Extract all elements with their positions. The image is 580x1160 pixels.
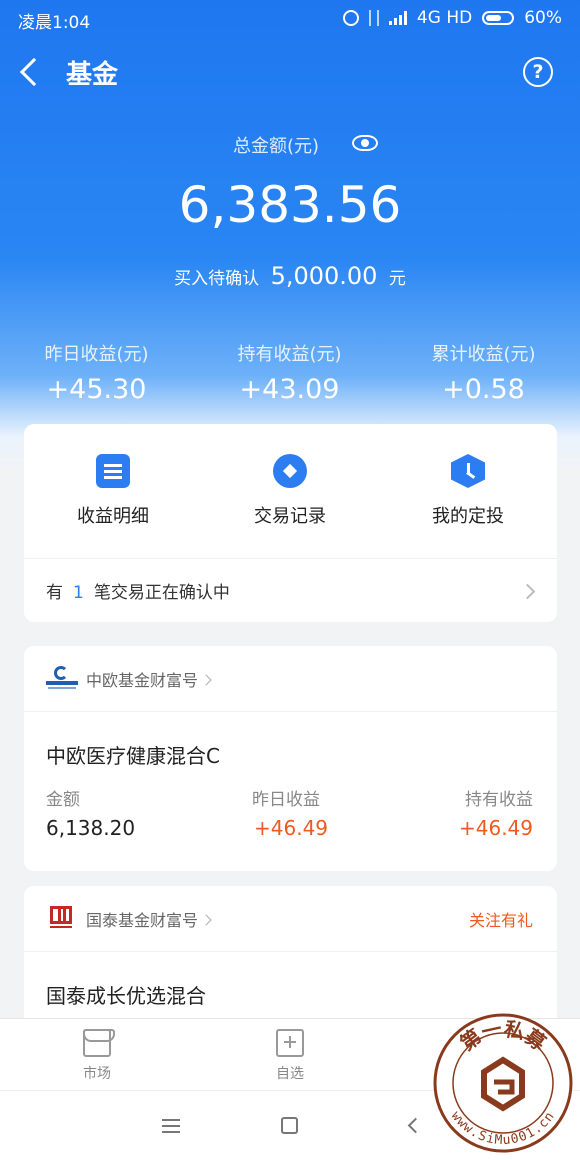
alarm-icon (342, 10, 359, 26)
stat-label: 持有收益(元) (237, 344, 342, 365)
quick-action-label: 交易记录 (254, 506, 326, 527)
quick-actions-card: 收益明细 交易记录 我的定投 有 1 笔交易正在确认中 (24, 424, 557, 622)
clock-icon (451, 454, 485, 488)
stat-yesterday: 昨日收益(元) +45.30 (0, 340, 193, 405)
stat-value: +45.30 (46, 374, 147, 405)
chevron-right-icon (200, 914, 212, 926)
fund-company-header[interactable]: 国泰基金财富号 关注有礼 (24, 886, 557, 952)
fund-card[interactable]: 中欧基金财富号 中欧医疗健康混合C 金额 昨日收益 持有收益 6,138.20 … (24, 646, 557, 871)
zhongou-logo (46, 666, 78, 690)
eye-icon[interactable] (352, 135, 378, 151)
help-icon[interactable]: ? (523, 57, 553, 87)
back-nav-icon[interactable] (407, 1117, 424, 1134)
stat-label: 累计收益(元) (431, 344, 536, 365)
yesterday-earnings-label: 昨日收益 (252, 790, 320, 810)
tab-label: 市场 (83, 1066, 111, 1082)
fund-company-header[interactable]: 中欧基金财富号 (24, 646, 557, 712)
total-amount-label: 总金额(元) (232, 136, 320, 157)
status-time: 凌晨1:04 (18, 13, 91, 33)
page-title: 基金 (66, 60, 119, 90)
home-icon[interactable] (281, 1117, 298, 1134)
stat-value: +0.58 (442, 374, 525, 405)
confirm-count: 1 (73, 583, 84, 603)
add-favorite-icon (276, 1029, 304, 1057)
quick-action-earnings-detail[interactable]: 收益明细 (24, 454, 202, 528)
holding-earnings-label: 持有收益 (465, 790, 533, 810)
pending-confirmation: 买入待确认 5,000.00 元 (0, 262, 580, 290)
fund-name: 国泰成长优选混合 (46, 984, 206, 1008)
confirm-suffix: 笔交易正在确认中 (93, 583, 230, 603)
tab-label: 自选 (276, 1066, 304, 1082)
watermark-graphic: 第一私募 www.SiMu001.cn (433, 1013, 573, 1153)
menu-icon[interactable] (162, 1119, 180, 1121)
chevron-right-icon (519, 583, 536, 600)
quick-action-my-plans[interactable]: 我的定投 (379, 454, 557, 528)
fund-company-name[interactable]: 国泰基金财富号 (86, 907, 212, 931)
stat-label: 昨日收益(元) (44, 344, 149, 365)
market-icon (83, 1029, 115, 1057)
divider (24, 558, 557, 559)
fund-company-name[interactable]: 中欧基金财富号 (86, 667, 212, 691)
quick-action-label: 收益明细 (77, 506, 149, 527)
confirming-trades-row[interactable]: 有 1 笔交易正在确认中 (46, 578, 230, 603)
status-bar: 凌晨1:04 4G HD 60% (0, 0, 580, 36)
pending-label: 买入待确认 (174, 269, 260, 289)
follow-gift-link[interactable]: 关注有礼 (469, 907, 533, 931)
earnings-stats: 昨日收益(元) +45.30 持有收益(元) +43.09 累计收益(元) +0… (0, 340, 580, 410)
fund-name: 中欧医疗健康混合C (46, 744, 220, 768)
signal-icon (388, 11, 407, 25)
yesterday-earnings-value: +46.49 (254, 816, 329, 840)
holding-earnings-value: +46.49 (458, 816, 533, 840)
battery-percent: 60% (524, 8, 562, 28)
document-icon (96, 454, 130, 488)
stat-holding: 持有收益(元) +43.09 (193, 340, 386, 405)
network-type: 4G HD (416, 8, 473, 28)
quick-action-label: 我的定投 (432, 506, 504, 527)
watermark-stamp: 第一私募 www.SiMu001.cn (432, 1012, 574, 1154)
quick-action-trade-records[interactable]: 交易记录 (201, 454, 379, 528)
total-amount-value: 6,383.56 (178, 176, 402, 234)
pending-unit: 元 (388, 269, 406, 289)
total-label-row: 总金额(元) (0, 132, 580, 158)
record-icon (273, 454, 307, 488)
nav-bar: 基金 ? (0, 40, 580, 104)
stat-value: +43.09 (239, 374, 340, 405)
tab-market[interactable]: 市场 (57, 1029, 137, 1083)
stat-cumulative: 累计收益(元) +0.58 (387, 340, 580, 405)
pending-amount: 5,000.00 (270, 262, 378, 290)
amount-label: 金额 (46, 790, 80, 810)
chevron-right-icon (200, 674, 212, 686)
battery-icon (482, 11, 515, 25)
guotai-logo (50, 906, 72, 930)
amount-value: 6,138.20 (46, 816, 136, 840)
vibrate-icon (368, 10, 379, 26)
tab-favorites[interactable]: 自选 (250, 1029, 330, 1083)
confirm-prefix: 有 (46, 583, 63, 603)
back-icon[interactable] (19, 57, 49, 87)
